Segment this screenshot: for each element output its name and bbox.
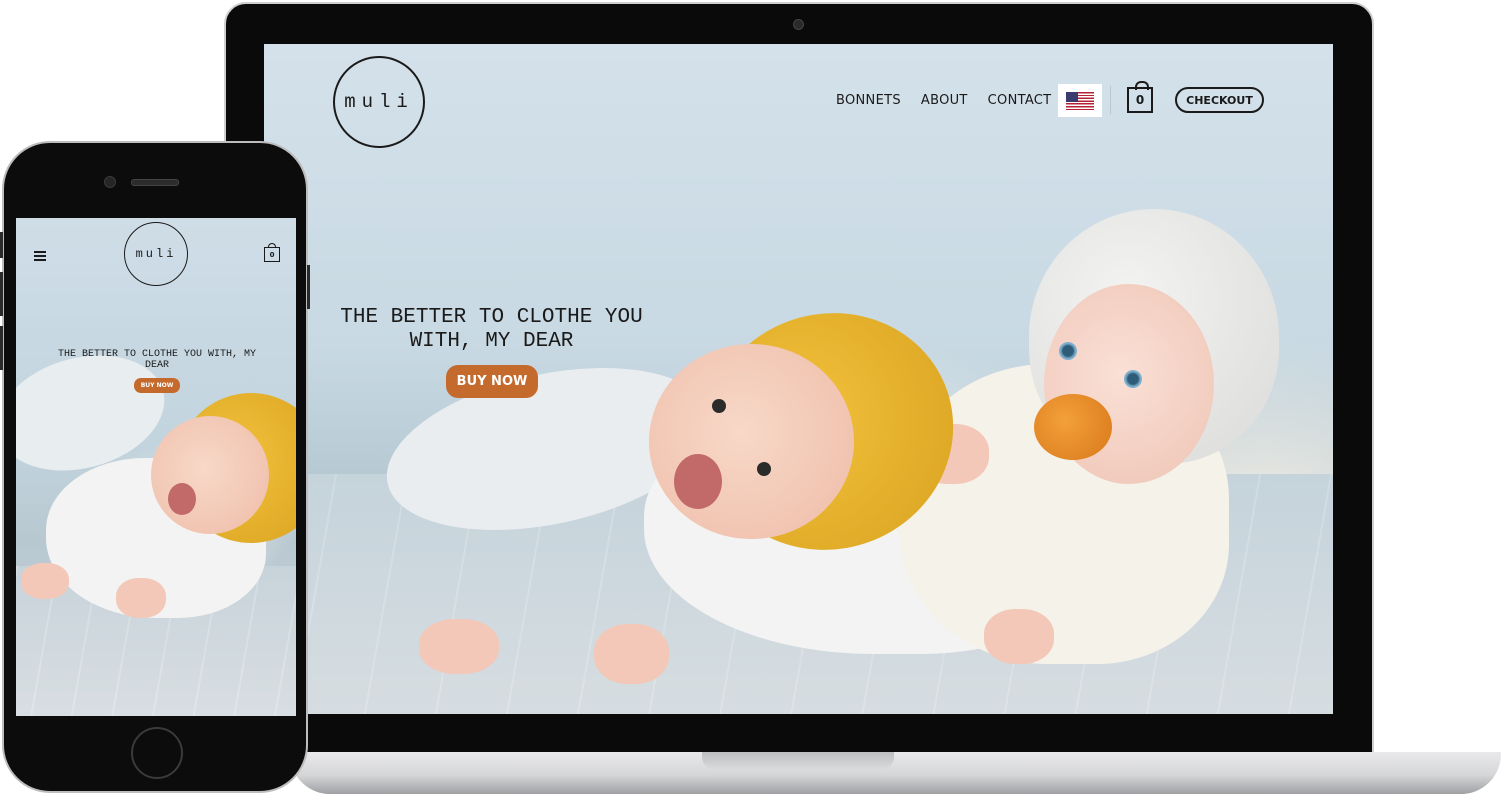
hero-photo-eye — [1124, 370, 1142, 388]
checkout-button[interactable]: CHECKOUT — [1175, 87, 1264, 113]
hero-photo-baby-face — [649, 344, 854, 539]
phone-home-button — [131, 727, 183, 779]
hero-photo-hand — [594, 624, 669, 684]
mobile-site-logo[interactable]: muli — [124, 222, 188, 286]
hero-photo-baby-mouth — [168, 483, 196, 515]
hero-photo-hand — [419, 619, 499, 674]
buy-now-button[interactable]: BUY NOW — [446, 365, 538, 398]
mobile-hero-title-line: DEAR — [144, 360, 169, 371]
laptop-camera — [793, 19, 804, 30]
cart-count: 0 — [1135, 93, 1145, 107]
mobile-website-screen: muli 0 THE BETTER TO CLOTHE YOU WITH, MY… — [16, 218, 296, 716]
mobile-hero-title-line: THE BETTER TO CLOTHE YOU WITH, MY — [57, 349, 257, 360]
mobile-site-logo-text: muli — [135, 247, 177, 261]
currency-selector[interactable] — [1058, 84, 1102, 117]
hero-title-line: WITH, MY DEAR — [409, 330, 574, 353]
phone-side-button — [307, 265, 310, 309]
site-logo-text: muli — [344, 91, 414, 113]
phone-camera — [104, 176, 116, 188]
hero-photo-eye — [757, 462, 771, 476]
hero-photo-eye — [712, 399, 726, 413]
mobile-hero-title: THE BETTER TO CLOTHE YOU WITH, MY DEAR — [56, 349, 258, 371]
nav-link-contact[interactable]: CONTACT — [988, 93, 1052, 108]
hero-photo-baby-face — [151, 416, 269, 534]
hero-photo-baby-mouth — [674, 454, 722, 509]
us-flag-icon — [1066, 91, 1094, 110]
hamburger-icon[interactable] — [34, 251, 46, 261]
main-nav: BONNETS ABOUT CONTACT — [836, 93, 1071, 108]
hero-photo-hand — [116, 578, 166, 618]
shopping-bag-icon[interactable]: 0 — [1127, 81, 1153, 113]
hero-photo-eye — [1059, 342, 1077, 360]
nav-link-about[interactable]: ABOUT — [921, 93, 968, 108]
hero-title: THE BETTER TO CLOTHE YOU WITH, MY DEAR — [324, 306, 659, 354]
hero-photo-hand — [21, 563, 69, 599]
nav-link-bonnets[interactable]: BONNETS — [836, 93, 901, 108]
nav-divider — [1110, 86, 1111, 114]
desktop-website-screen: muli BONNETS ABOUT CONTACT 0 CHECKOUT TH… — [264, 44, 1333, 714]
phone-side-button — [0, 326, 3, 370]
mobile-buy-now-button[interactable]: BUY NOW — [134, 378, 180, 393]
hero-title-line: THE BETTER TO CLOTHE YOU — [340, 306, 643, 329]
phone-side-button — [0, 272, 3, 316]
hero-photo-pacifier — [1034, 394, 1112, 460]
mobile-shopping-bag-icon[interactable]: 0 — [264, 243, 280, 262]
laptop-base — [290, 752, 1501, 794]
mobile-cart-count: 0 — [269, 250, 275, 259]
phone-side-button — [0, 232, 3, 258]
phone-speaker — [131, 179, 179, 186]
hero-photo-hand — [984, 609, 1054, 664]
site-logo[interactable]: muli — [333, 56, 425, 148]
laptop-notch — [702, 752, 894, 769]
